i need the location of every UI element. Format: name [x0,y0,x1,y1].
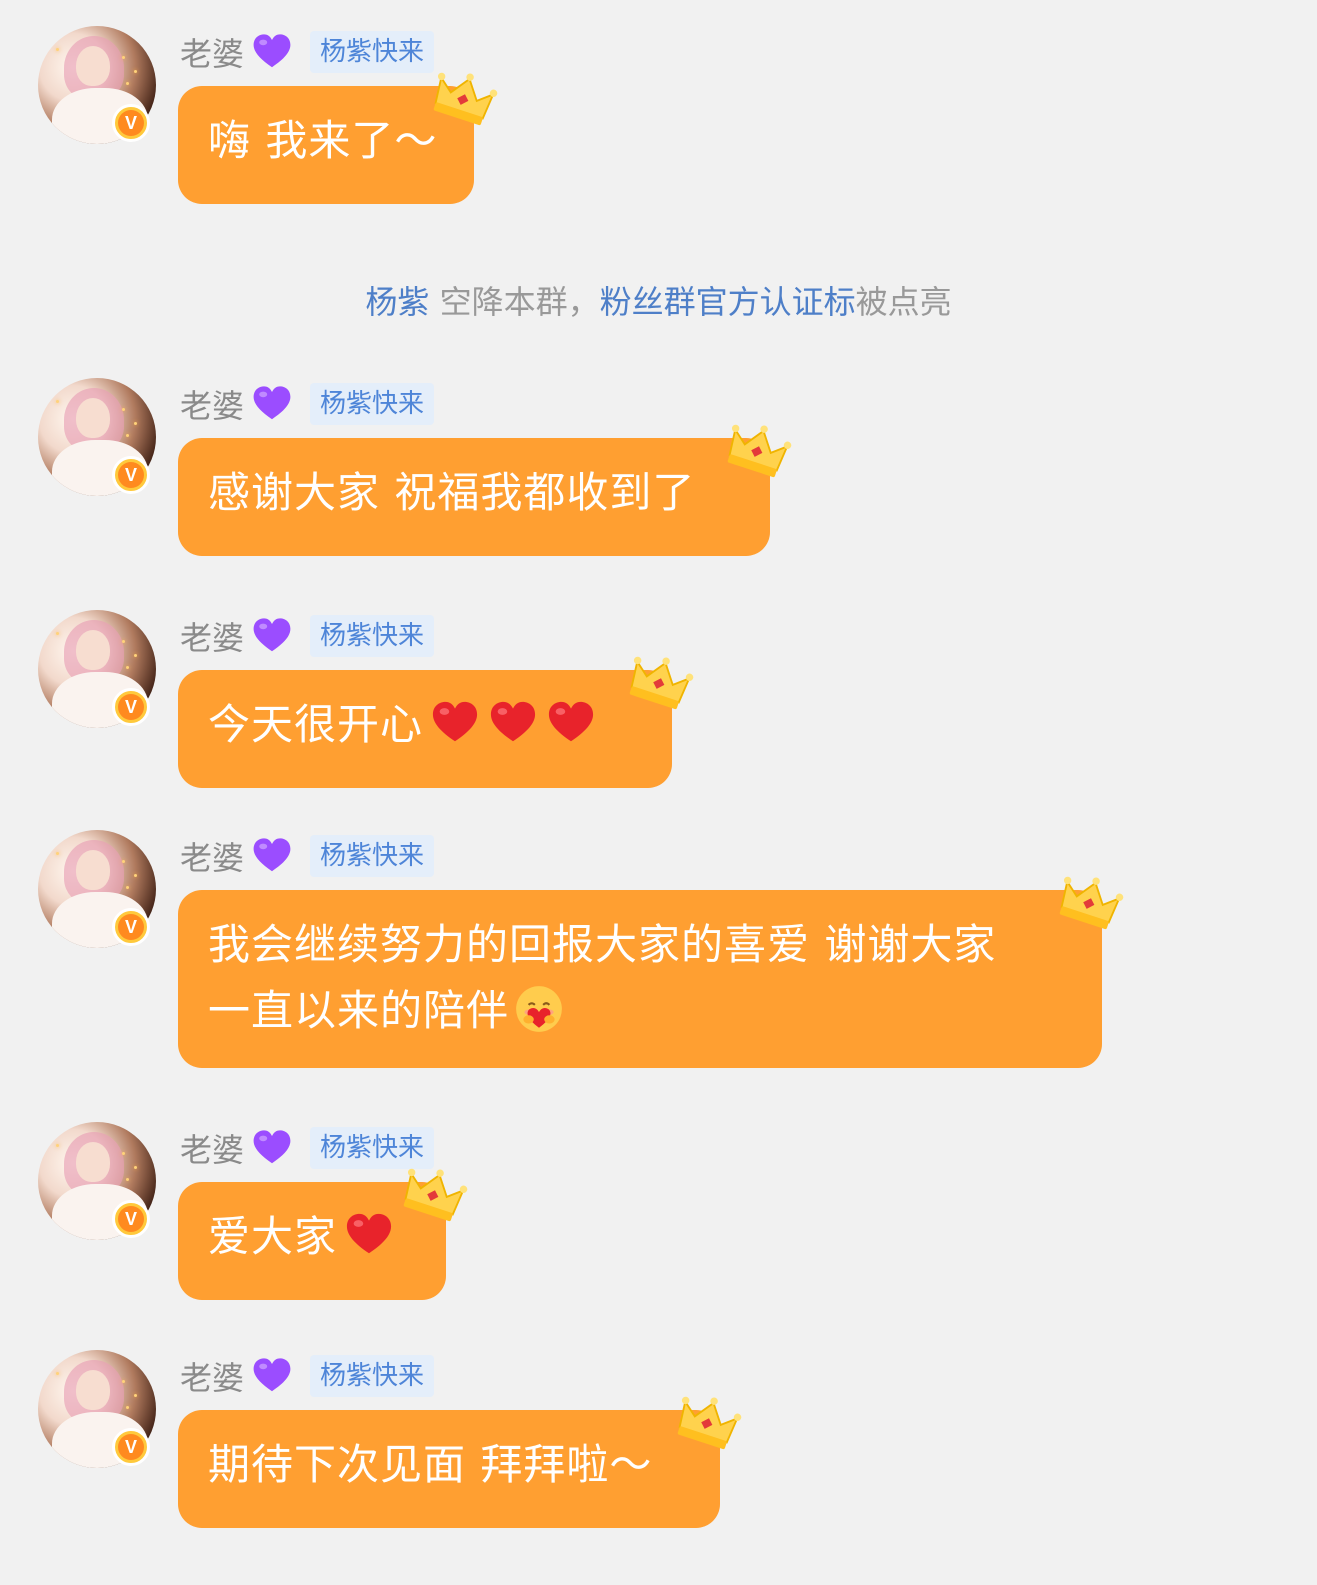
crown-icon [428,68,498,130]
message-text: 今天很开心 [208,700,424,749]
sender-nickname[interactable]: 老婆 [180,833,244,879]
sender-name-row: 老婆 杨紫快来 [180,29,435,75]
sender-name-row: 老婆 杨紫快来 [180,613,435,659]
message-line: 爱大家 [208,1204,416,1270]
red-heart-icon [487,699,539,747]
crown-icon [672,1392,742,1454]
message-bubble[interactable]: 我会继续努力的回报大家的喜爱 谢谢大家 一直以来的陪伴 [178,890,1102,1068]
message-text: 爱大家 [208,1212,338,1261]
fan-group-tag[interactable]: 杨紫快来 [310,1355,435,1397]
message-text-line2: 一直以来的陪伴 [208,986,510,1035]
purple-heart-icon [252,384,292,424]
red-heart-icon [343,1211,395,1259]
sender-name-row: 老婆 杨紫快来 [180,1125,435,1171]
system-notice: 杨紫 空降本群，粉丝群官方认证标被点亮 [0,280,1317,324]
fan-group-tag[interactable]: 杨紫快来 [310,835,435,877]
chat-panel: 杨紫 空降本群，粉丝群官方认证标被点亮 V 老婆 杨紫快来嗨 我来了～ V 老婆 杨紫快来… [0,0,1317,1585]
notice-user-link[interactable]: 杨紫 [365,283,429,321]
sender-nickname[interactable]: 老婆 [180,381,244,427]
crown-icon [1054,872,1124,934]
verified-badge-icon: V [112,688,150,726]
sender-nickname[interactable]: 老婆 [180,1125,244,1171]
verified-badge-icon: V [112,456,150,494]
message-text: 期待下次见面 拜拜啦～ [208,1440,653,1489]
purple-heart-icon [252,1128,292,1168]
message-text: 感谢大家 祝福我都收到了 [208,468,696,517]
crown-icon [398,1164,468,1226]
verified-badge-icon: V [112,1200,150,1238]
crown-icon [624,652,694,714]
hugging-face-icon [513,983,565,1035]
sender-name-row: 老婆 杨紫快来 [180,1353,435,1399]
purple-heart-icon [252,616,292,656]
fan-group-tag[interactable]: 杨紫快来 [310,615,435,657]
sender-nickname[interactable]: 老婆 [180,29,244,75]
red-heart-icon [545,699,597,747]
notice-badge-link[interactable]: 粉丝群官方认证标 [600,283,856,321]
message-text: 嗨 我来了～ [208,116,438,165]
message-bubble[interactable]: 感谢大家 祝福我都收到了 [178,438,770,556]
purple-heart-icon [252,32,292,72]
purple-heart-icon [252,1356,292,1396]
notice-tail: 被点亮 [855,283,952,321]
message-line: 一直以来的陪伴 [208,978,1072,1044]
verified-badge-icon: V [112,908,150,946]
sender-nickname[interactable]: 老婆 [180,1353,244,1399]
message-bubble[interactable]: 今天很开心 [178,670,672,788]
verified-badge-icon: V [112,104,150,142]
fan-group-tag[interactable]: 杨紫快来 [310,383,435,425]
message-line: 我会继续努力的回报大家的喜爱 谢谢大家 [208,912,1072,978]
message-line: 今天很开心 [208,692,642,758]
message-line: 期待下次见面 拜拜啦～ [208,1432,690,1498]
sender-name-row: 老婆 杨紫快来 [180,833,435,879]
notice-text: 空降本群， [429,283,600,321]
crown-icon [722,420,792,482]
sender-name-row: 老婆 杨紫快来 [180,381,435,427]
red-heart-icon [429,699,481,747]
fan-group-tag[interactable]: 杨紫快来 [310,1127,435,1169]
verified-badge-icon: V [112,1428,150,1466]
message-line: 嗨 我来了～ [208,108,444,174]
message-line: 感谢大家 祝福我都收到了 [208,460,740,526]
message-text: 我会继续努力的回报大家的喜爱 谢谢大家 [208,920,997,969]
message-bubble[interactable]: 期待下次见面 拜拜啦～ [178,1410,720,1528]
purple-heart-icon [252,836,292,876]
fan-group-tag[interactable]: 杨紫快来 [310,31,435,73]
sender-nickname[interactable]: 老婆 [180,613,244,659]
